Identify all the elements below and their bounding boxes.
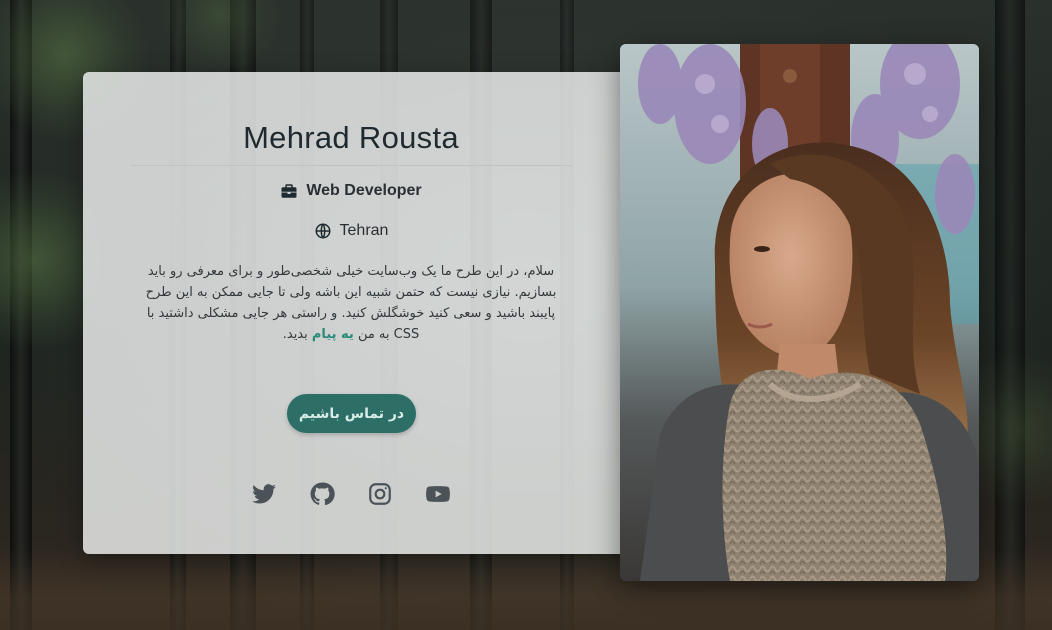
role-row: Web Developer bbox=[130, 182, 572, 200]
instagram-link[interactable] bbox=[367, 481, 393, 507]
contact-button[interactable]: در تماس باشیم bbox=[287, 394, 416, 433]
instagram-icon bbox=[367, 481, 393, 507]
briefcase-icon bbox=[280, 182, 298, 200]
youtube-link[interactable] bbox=[425, 481, 451, 507]
profile-name: Mehrad Rousta bbox=[243, 120, 459, 155]
youtube-icon bbox=[425, 481, 451, 507]
twitter-icon bbox=[251, 481, 277, 507]
github-link[interactable] bbox=[309, 481, 335, 507]
portrait-illustration bbox=[620, 44, 979, 581]
twitter-link[interactable] bbox=[251, 481, 277, 507]
profile-card: Mehrad Rousta Web Developer Tehran سلام،… bbox=[83, 72, 643, 554]
message-link[interactable]: یه پیام bbox=[312, 327, 354, 342]
social-links bbox=[251, 480, 451, 508]
bio-after-link: بدید. bbox=[282, 327, 308, 342]
role-label: Web Developer bbox=[306, 182, 422, 199]
location-label: Tehran bbox=[339, 222, 389, 239]
github-icon bbox=[309, 481, 335, 507]
globe-icon bbox=[314, 222, 332, 240]
profile-photo bbox=[620, 44, 979, 581]
divider bbox=[130, 165, 572, 166]
location-row: Tehran bbox=[130, 222, 572, 240]
bio-text: سلام، در این طرح ما یک وب‌سایت خیلی شخصی… bbox=[138, 261, 564, 345]
